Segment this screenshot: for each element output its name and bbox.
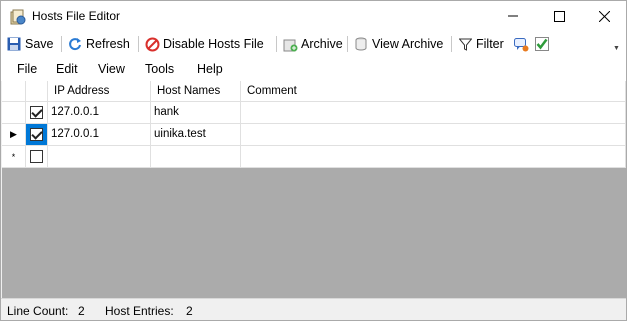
ip-cell[interactable] [48, 146, 151, 168]
line-count-label: Line Count: [7, 304, 69, 318]
disable-hosts-label: Disable Hosts File [163, 37, 264, 51]
toolbar-separator [451, 36, 452, 52]
host-entries-label: Host Entries: [105, 304, 174, 318]
host-cell[interactable]: hank [151, 102, 241, 124]
minimize-button[interactable] [490, 1, 536, 31]
disable-icon [144, 36, 160, 52]
menu-file[interactable]: File [17, 62, 37, 76]
save-label: Save [25, 37, 54, 51]
hosts-grid[interactable]: IP Address Host Names Comment 127.0.0.1 … [2, 81, 626, 298]
host-cell[interactable] [151, 146, 241, 168]
menu-help[interactable]: Help [197, 62, 223, 76]
menu-tools[interactable]: Tools [145, 62, 174, 76]
enabled-checkbox[interactable] [30, 106, 43, 119]
enabled-checkbox[interactable] [30, 150, 43, 163]
refresh-label: Refresh [86, 37, 130, 51]
current-row-arrow-icon: ▶ [10, 129, 17, 139]
menu-edit[interactable]: Edit [56, 62, 78, 76]
toolbar-separator [61, 36, 62, 52]
view-archive-button[interactable]: View Archive [353, 34, 443, 54]
enabled-cell[interactable] [26, 146, 48, 168]
menu-view[interactable]: View [98, 62, 125, 76]
checkmark-icon [534, 36, 550, 52]
refresh-button[interactable]: Refresh [67, 34, 130, 54]
host-cell[interactable]: uinika.test [151, 124, 241, 146]
line-count-value: 2 [78, 304, 85, 318]
title-bar: Hosts File Editor [1, 1, 626, 31]
host-entries-value: 2 [186, 304, 193, 318]
toolbar-separator [347, 36, 348, 52]
filter-button[interactable]: Filter [457, 34, 504, 54]
speech-bubble-icon [513, 36, 529, 52]
comment-filter-button[interactable] [513, 34, 532, 54]
menu-bar: File Edit View Tools Help [1, 57, 626, 81]
new-row-marker: * [11, 151, 16, 162]
filter-icon [457, 36, 473, 52]
refresh-icon [67, 36, 83, 52]
enabled-cell[interactable] [26, 102, 48, 124]
ip-column-header[interactable]: IP Address [48, 81, 151, 102]
toolbar-separator [138, 36, 139, 52]
comment-cell[interactable] [241, 124, 626, 146]
host-column-header[interactable]: Host Names [151, 81, 241, 102]
archive-label: Archive [301, 37, 343, 51]
save-icon [6, 36, 22, 52]
row-header[interactable]: ▶ [2, 124, 26, 146]
enabled-filter-button[interactable] [534, 34, 553, 54]
status-bar: Line Count: 2 Host Entries: 2 [1, 298, 626, 320]
save-button[interactable]: Save [6, 34, 54, 54]
archive-icon [282, 36, 298, 52]
archive-button[interactable]: Archive [282, 34, 343, 54]
row-header[interactable] [2, 102, 26, 124]
close-button[interactable] [581, 1, 627, 31]
toolbar: Save Refresh Disable Hosts File Archive [1, 31, 626, 57]
new-row-header[interactable]: * [2, 146, 26, 168]
toolbar-separator [276, 36, 277, 52]
disable-hosts-button[interactable]: Disable Hosts File [144, 34, 264, 54]
view-archive-label: View Archive [372, 37, 444, 51]
ip-cell[interactable]: 127.0.0.1 [48, 102, 151, 124]
comment-cell[interactable] [241, 146, 626, 168]
enabled-checkbox[interactable] [30, 128, 43, 141]
enabled-column-header[interactable] [26, 81, 48, 102]
maximize-button[interactable] [536, 1, 582, 31]
row-header-corner [2, 81, 26, 102]
hosts-app-icon [10, 9, 26, 25]
comment-cell[interactable] [241, 102, 626, 124]
filter-label: Filter [476, 37, 504, 51]
app-window: Hosts File Editor Save Refresh Disable H… [0, 0, 627, 321]
comment-column-header[interactable]: Comment [241, 81, 626, 102]
enabled-cell[interactable] [26, 124, 48, 146]
window-title: Hosts File Editor [32, 9, 121, 23]
toolbar-overflow-icon[interactable]: ▼ [613, 45, 623, 55]
ip-cell[interactable]: 127.0.0.1 [48, 124, 151, 146]
database-icon [353, 36, 369, 52]
